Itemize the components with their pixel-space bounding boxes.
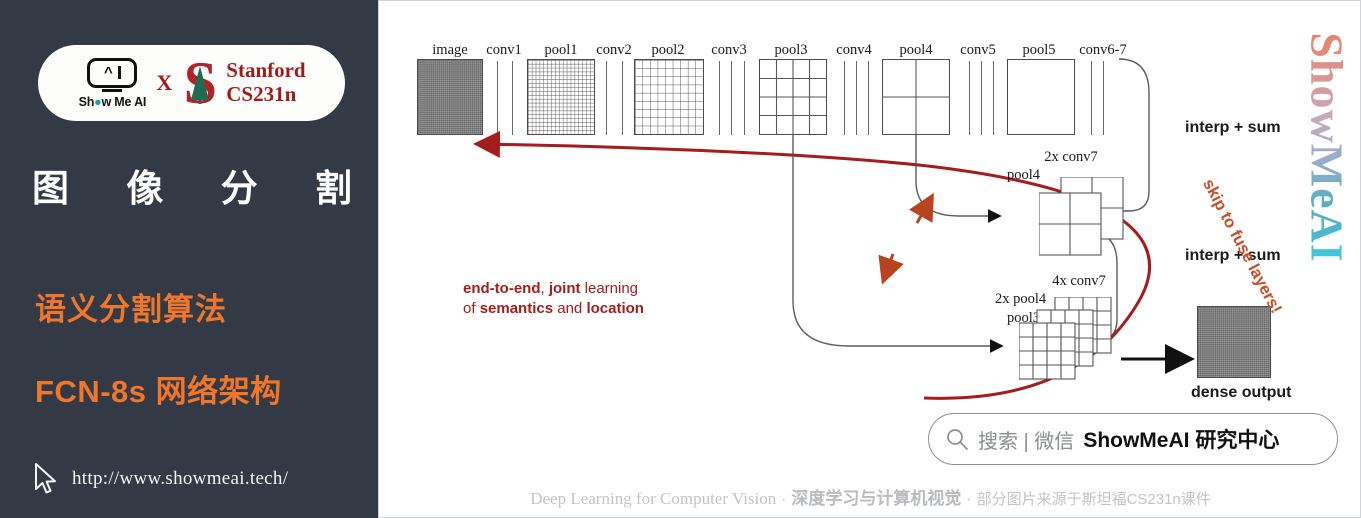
annotation-comma: , — [540, 280, 549, 297]
stanford-line-2: CS231n — [226, 82, 297, 106]
annotation-location: location — [586, 300, 644, 318]
stanford-tree-icon: S — [181, 53, 219, 113]
footer-english: Deep Learning for Computer Vision — [530, 489, 777, 508]
title-char-3: 割 — [314, 168, 352, 209]
footer-separator-1: · — [781, 489, 787, 508]
tree-trunk — [198, 95, 202, 104]
magnifier-icon — [947, 429, 968, 450]
subtitle-primary: 语义分割算法 — [35, 292, 227, 327]
stanford-line-1: Stanford — [226, 58, 306, 83]
mouse-cursor-icon — [35, 463, 56, 494]
label-pool4-skip: pool4 — [1007, 167, 1041, 183]
showmeai-logo: ^ Sh●w Me AI — [77, 57, 147, 109]
annotation-and: and — [553, 300, 587, 318]
website-url-text: http://www.showmeai.tech/ — [72, 468, 289, 489]
annotation-semantics: semantics — [479, 300, 554, 318]
caret-glyph: ^ — [103, 64, 113, 81]
label-2x-conv7: 2x conv7 — [1044, 149, 1098, 165]
interp-sum-upper: interp + sum — [1185, 119, 1281, 136]
stanford-wordmark: Stanford CS231n — [226, 59, 305, 106]
title-char-2: 分 — [220, 168, 258, 209]
bar-glyph — [117, 66, 121, 79]
stanford-logo: S Stanford CS231n — [181, 53, 306, 113]
left-sidebar: ^ Sh●w Me AI X S Stanford CS231n 图 像 分 割… — [0, 0, 378, 518]
footer-separator-2: · — [966, 489, 972, 508]
footer-chinese-small: 部分图片来源于斯坦福CS231n课件 — [976, 491, 1211, 508]
annotation-of: of — [463, 300, 480, 318]
lower-fusion-stack — [1019, 297, 1112, 380]
website-url-row[interactable]: http://www.showmeai.tech/ — [32, 462, 288, 496]
showmeai-logo-text: Sh●w Me AI — [78, 94, 147, 109]
annotation-line-1: end-to-end, joint learning — [463, 279, 644, 299]
fcn-architecture-figure: image conv1 pool1 conv2 pool2 conv3 pool… — [379, 1, 1360, 461]
annotation-end-to-end: end-to-end — [463, 280, 541, 297]
smiley-screen-icon: ^ — [87, 57, 138, 88]
dense-output-block — [1197, 306, 1271, 378]
annotation-line-2: of semantics and location — [463, 299, 644, 319]
dense-output-label: dense output — [1191, 384, 1292, 401]
title-char-1: 像 — [126, 168, 164, 209]
x-separator: X — [156, 70, 173, 95]
label-4x-conv7: 4x conv7 — [1052, 273, 1106, 289]
subtitle-secondary: FCN-8s 网络架构 — [35, 374, 282, 409]
annotation-learning: learning — [580, 280, 639, 297]
search-brand-label: ShowMeAI 研究中心 — [1083, 429, 1280, 452]
slide-footer: Deep Learning for Computer Vision · 深度学习… — [379, 484, 1360, 509]
title-char-0: 图 — [32, 168, 69, 209]
wechat-search-bar[interactable]: 搜索 | 微信 ShowMeAI 研究中心 — [928, 413, 1338, 465]
end-to-end-annotation: end-to-end, joint learning of semantics … — [463, 279, 644, 320]
search-placeholder-label: 搜索 | 微信 — [978, 430, 1075, 453]
slide-content-panel: image conv1 pool1 conv2 pool2 conv3 pool… — [378, 0, 1361, 518]
footer-chinese-bold: 深度学习与计算机视觉 — [791, 489, 962, 508]
page-title: 图 像 分 割 — [32, 158, 352, 212]
upper-fusion-stack — [1039, 177, 1124, 256]
annotation-joint: joint — [548, 280, 581, 297]
logo-badge: ^ Sh●w Me AI X S Stanford CS231n — [38, 45, 345, 121]
